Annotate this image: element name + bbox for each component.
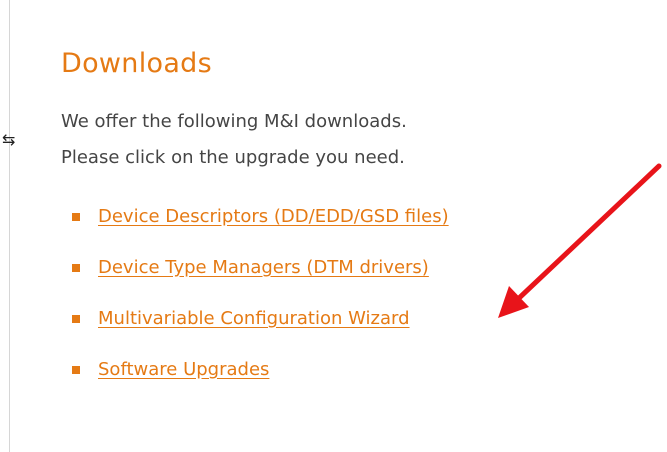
square-bullet-icon [72,213,80,221]
square-bullet-icon [72,264,80,272]
intro-text: We offer the following M&I downloads. Pl… [61,104,581,176]
downloads-link-list: Device Descriptors (DD/EDD/GSD files) De… [61,200,621,387]
intro-line-1: We offer the following M&I downloads. [61,111,407,132]
square-bullet-icon [72,315,80,323]
list-item-device-descriptors: Device Descriptors (DD/EDD/GSD files) [61,200,568,234]
mouse-cursor-icon: ⇆ [2,130,16,149]
multivariable-configuration-wizard-link[interactable]: Multivariable Configuration Wizard [98,308,410,329]
intro-line-2: Please click on the upgrade you need. [61,147,405,168]
list-item-device-type-managers: Device Type Managers (DTM drivers) [61,251,568,285]
square-bullet-icon [72,366,80,374]
software-upgrades-link[interactable]: Software Upgrades [98,359,269,380]
device-descriptors-link[interactable]: Device Descriptors (DD/EDD/GSD files) [98,206,449,227]
device-type-managers-link[interactable]: Device Type Managers (DTM drivers) [98,257,429,278]
downloads-heading: Downloads [61,48,212,79]
downloads-section: Downloads We offer the following M&I dow… [61,44,621,404]
list-item-multivariable-wizard: Multivariable Configuration Wizard [61,302,568,336]
list-item-software-upgrades: Software Upgrades [61,353,568,387]
left-border-divider [9,0,10,452]
